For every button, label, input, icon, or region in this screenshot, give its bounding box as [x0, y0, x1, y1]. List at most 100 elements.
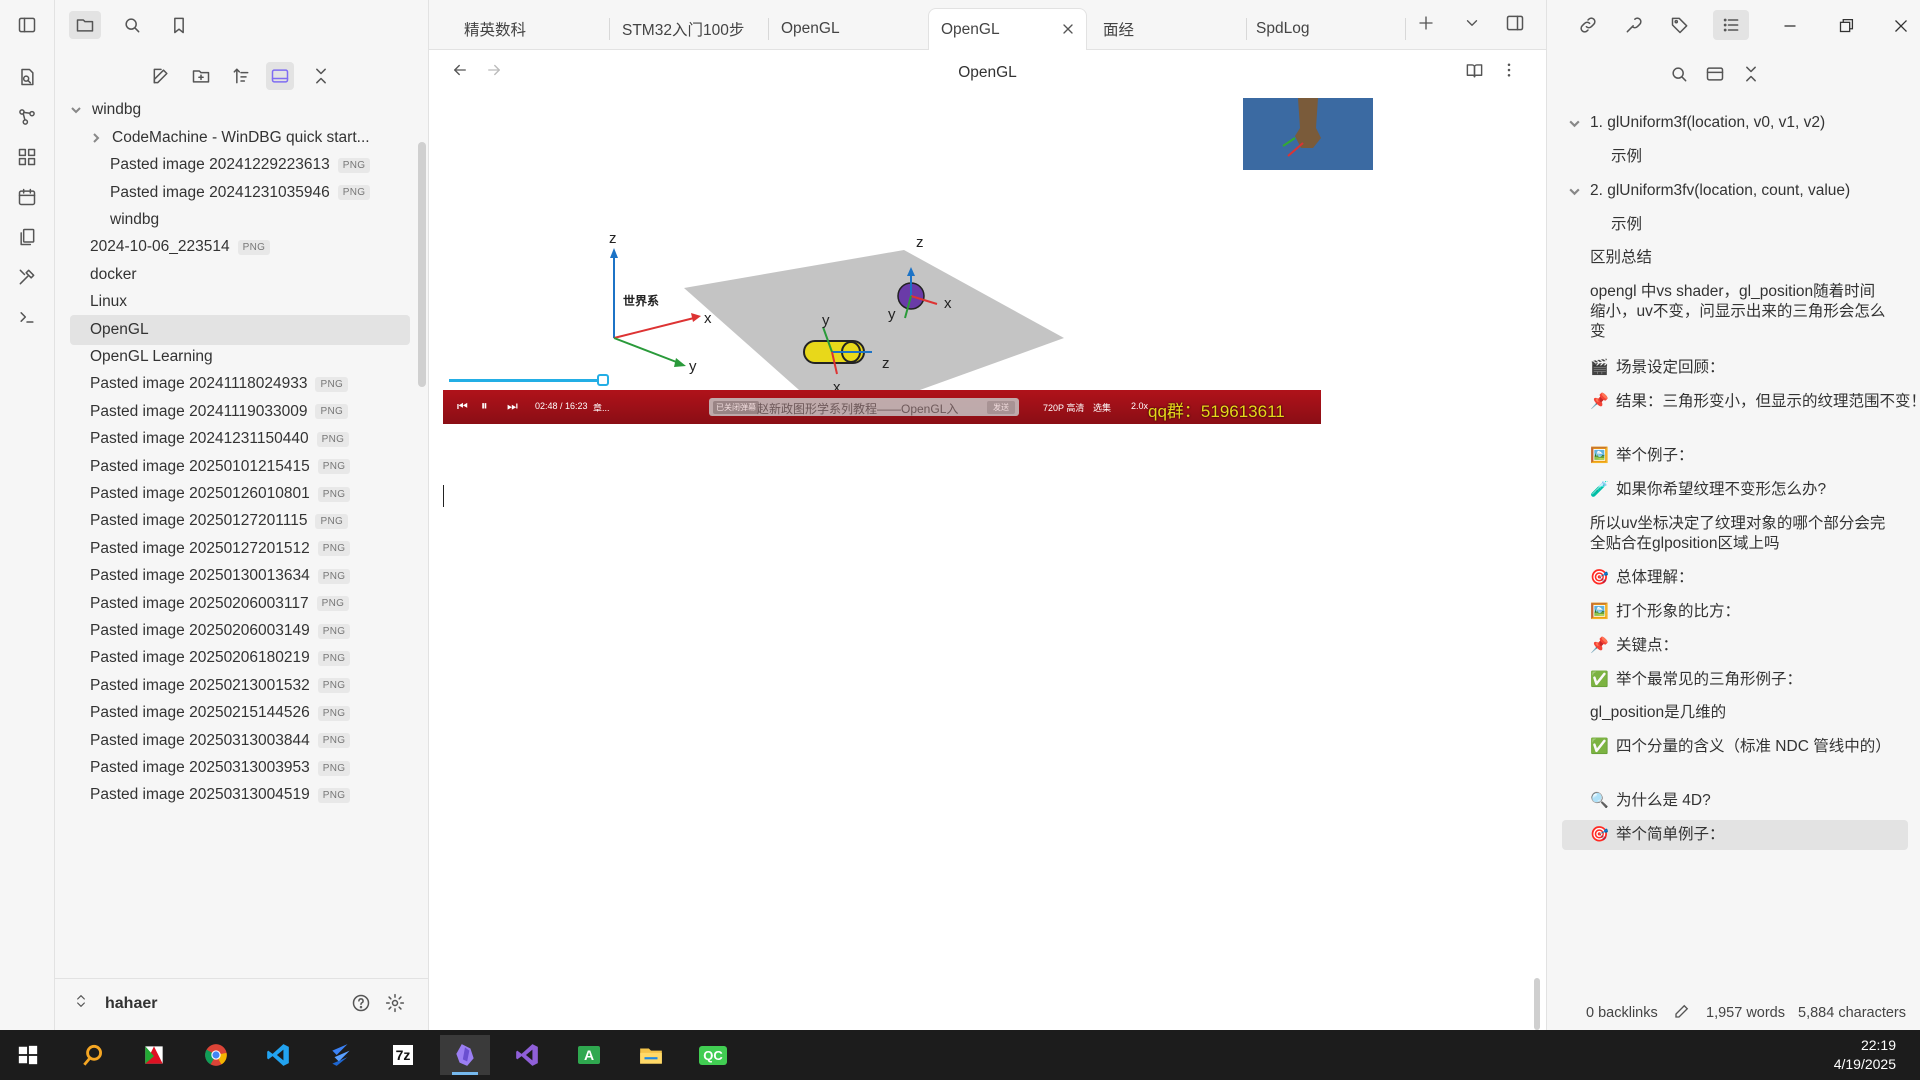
outline-heading[interactable]: 🎯 举个简单例子： [1562, 820, 1908, 850]
tags-icon[interactable] [1666, 12, 1694, 38]
vscode-icon[interactable] [253, 1035, 303, 1075]
system-clock[interactable]: 22:19 4/19/2025 [1834, 1036, 1896, 1074]
tab-2[interactable]: STM32入门100步 [610, 8, 768, 50]
file-tree-item[interactable]: Pasted image 20250206003117 PNG [70, 589, 410, 619]
file-tree-item[interactable]: OpenGL [70, 314, 410, 345]
visual-studio-icon[interactable] [502, 1035, 552, 1075]
outline-heading[interactable]: opengl 中vs shader，gl_position随着时间缩小，uv不变… [1590, 282, 1890, 342]
outline-heading[interactable]: 🔍 为什么是 4D? [1590, 791, 1711, 811]
outline-heading[interactable]: ✅ 举个最常见的三角形例子： [1590, 670, 1802, 690]
next-icon[interactable]: ⏭ [507, 399, 518, 414]
vault-name[interactable]: hahaer [105, 995, 157, 1013]
files-tab-icon[interactable] [69, 11, 101, 39]
link-icon[interactable] [1574, 12, 1602, 38]
quick-switcher-icon[interactable] [14, 64, 40, 90]
file-tree-item[interactable]: Pasted image 20241231150440 PNG [70, 424, 410, 454]
search-tab-icon[interactable] [116, 11, 148, 39]
file-tree-item[interactable]: CodeMachine - WinDBG quick start... [70, 123, 410, 153]
outline-heading[interactable]: 📌 结果：三角形变小，但显示的纹理范围不变！ [1590, 392, 1920, 412]
prev-icon[interactable]: ⏮ [457, 399, 468, 414]
sidebar-scrollbar[interactable] [418, 142, 426, 387]
file-tree-item[interactable]: Pasted image 20250313004519 PNG [70, 780, 410, 810]
file-tree-item[interactable]: Pasted image 20250130013634 PNG [70, 561, 410, 591]
sidebar-toggle-icon[interactable] [14, 12, 40, 38]
sort-icon[interactable] [227, 62, 255, 90]
file-tree-item[interactable]: Pasted image 20250213001532 PNG [70, 671, 410, 701]
file-tree-item[interactable]: OpenGL Learning [70, 342, 410, 372]
bookmarks-tab-icon[interactable] [163, 11, 195, 39]
edit-pencil-icon[interactable] [1673, 1002, 1691, 1024]
file-tree-item[interactable]: Pasted image 20250206003149 PNG [70, 616, 410, 646]
outline-collapse-icon[interactable] [1741, 64, 1765, 88]
danmaku-input[interactable]: 已关闭弹幕 赵新政图形学系列教程——OpenGL入 发送 [709, 398, 1019, 416]
danmaku-send-button[interactable]: 发送 [987, 401, 1015, 414]
file-explorer-icon[interactable] [626, 1035, 676, 1075]
file-tree-item[interactable]: Pasted image 20241229223613 PNG [70, 150, 410, 180]
close-tab-icon[interactable] [1060, 21, 1076, 42]
outline-heading[interactable]: 示例 [1611, 147, 1642, 167]
minimize-window-icon[interactable] [1779, 15, 1801, 37]
video-progress-fill[interactable] [449, 379, 598, 382]
red-app-icon[interactable] [129, 1035, 179, 1075]
file-tree-item[interactable]: windbg [70, 205, 410, 235]
close-window-icon[interactable] [1890, 15, 1912, 37]
file-tree-item[interactable]: windbg [70, 95, 410, 125]
file-tree-item[interactable]: Pasted image 20241118024933 PNG [70, 369, 410, 399]
blue-app-icon[interactable] [316, 1035, 366, 1075]
backlinks-count[interactable]: 0 backlinks [1586, 1005, 1658, 1021]
outline-heading[interactable]: 🧪 如果你希望纹理不变形怎么办? [1590, 480, 1826, 500]
outline-heading[interactable]: 🎯 总体理解： [1590, 568, 1694, 588]
video-player[interactable]: ⏮ ⏸ ⏭ 02:48 / 16:23 章... 已关闭弹幕 赵新政图形学系列教… [443, 374, 1321, 456]
file-tree-item[interactable]: Pasted image 20250126010801 PNG [70, 479, 410, 509]
editor-scrollbar[interactable] [1534, 978, 1540, 1030]
outline-heading[interactable]: 所以uv坐标决定了纹理对象的哪个部分会完全贴合在glposition区域上吗 [1590, 514, 1890, 554]
tab-list-chevron-down-icon[interactable] [1463, 14, 1487, 38]
episodes-button[interactable]: 选集 [1093, 401, 1111, 414]
file-tree-item[interactable]: Linux [70, 287, 410, 317]
outline-heading[interactable]: 1. glUniform3f(location, v0, v1, v2) [1569, 113, 1825, 133]
new-note-icon[interactable] [147, 62, 175, 90]
outline-heading[interactable]: 示例 [1611, 215, 1642, 235]
help-icon[interactable] [351, 993, 375, 1017]
tab-5[interactable]: 面经 [1088, 8, 1246, 50]
terminal-icon[interactable] [14, 304, 40, 330]
chevron-down-icon[interactable] [1568, 184, 1581, 204]
new-folder-icon[interactable] [187, 62, 215, 90]
file-tree-item[interactable]: docker [70, 260, 410, 290]
speed-button[interactable]: 2.0x [1131, 401, 1148, 411]
more-options-icon[interactable] [1500, 61, 1524, 85]
vault-switcher-icon[interactable] [73, 993, 93, 1017]
quality-selector[interactable]: 720P 高清 [1043, 401, 1084, 414]
chevron-down-icon[interactable] [70, 104, 82, 116]
outline-heading[interactable]: 🖼️ 举个例子： [1590, 446, 1694, 466]
outline-heading[interactable]: gl_position是几维的 [1590, 703, 1726, 723]
file-tree-item[interactable]: 2024-10-06_223514 PNG [70, 232, 410, 262]
file-tree-item[interactable]: Pasted image 20241119033009 PNG [70, 397, 410, 427]
file-tree-item[interactable]: Pasted image 20250101215415 PNG [70, 452, 410, 482]
reading-view-book-icon[interactable] [1465, 61, 1489, 85]
restore-window-icon[interactable] [1835, 15, 1857, 37]
outline-heading[interactable]: 2. glUniform3fv(location, count, value) [1569, 181, 1850, 201]
file-tree-item[interactable]: Pasted image 20250215144526 PNG [70, 698, 410, 728]
outgoing-links-icon[interactable] [1620, 12, 1648, 38]
tab-4-active[interactable]: OpenGL [928, 8, 1087, 50]
7zip-icon[interactable]: 7z [378, 1035, 428, 1075]
outline-search-icon[interactable] [1669, 64, 1693, 88]
file-tree-item[interactable]: Pasted image 20250313003844 PNG [70, 726, 410, 756]
outline-list-icon[interactable] [1713, 10, 1749, 40]
outline-heading[interactable]: 📌 关键点： [1590, 636, 1678, 656]
collapse-all-icon[interactable] [307, 62, 335, 90]
chevron-right-icon[interactable] [90, 132, 102, 144]
search-magnifier-icon[interactable] [68, 1035, 118, 1075]
auto-reveal-icon[interactable] [266, 62, 294, 90]
file-tree-item[interactable]: Pasted image 20250127201512 PNG [70, 534, 410, 564]
templates-icon[interactable] [14, 224, 40, 250]
daily-note-icon[interactable] [14, 184, 40, 210]
outline-heading[interactable]: 🖼️ 打个形象的比方： [1590, 602, 1740, 622]
video-progress-handle[interactable] [597, 374, 609, 386]
green-app-icon[interactable]: A [564, 1035, 614, 1075]
outline-heading[interactable]: ✅ 四个分量的含义（标准 NDC 管线中的） [1590, 737, 1891, 757]
tools-icon[interactable] [14, 264, 40, 290]
new-tab-plus-icon[interactable] [1417, 14, 1441, 38]
chevron-down-icon[interactable] [1568, 116, 1581, 136]
